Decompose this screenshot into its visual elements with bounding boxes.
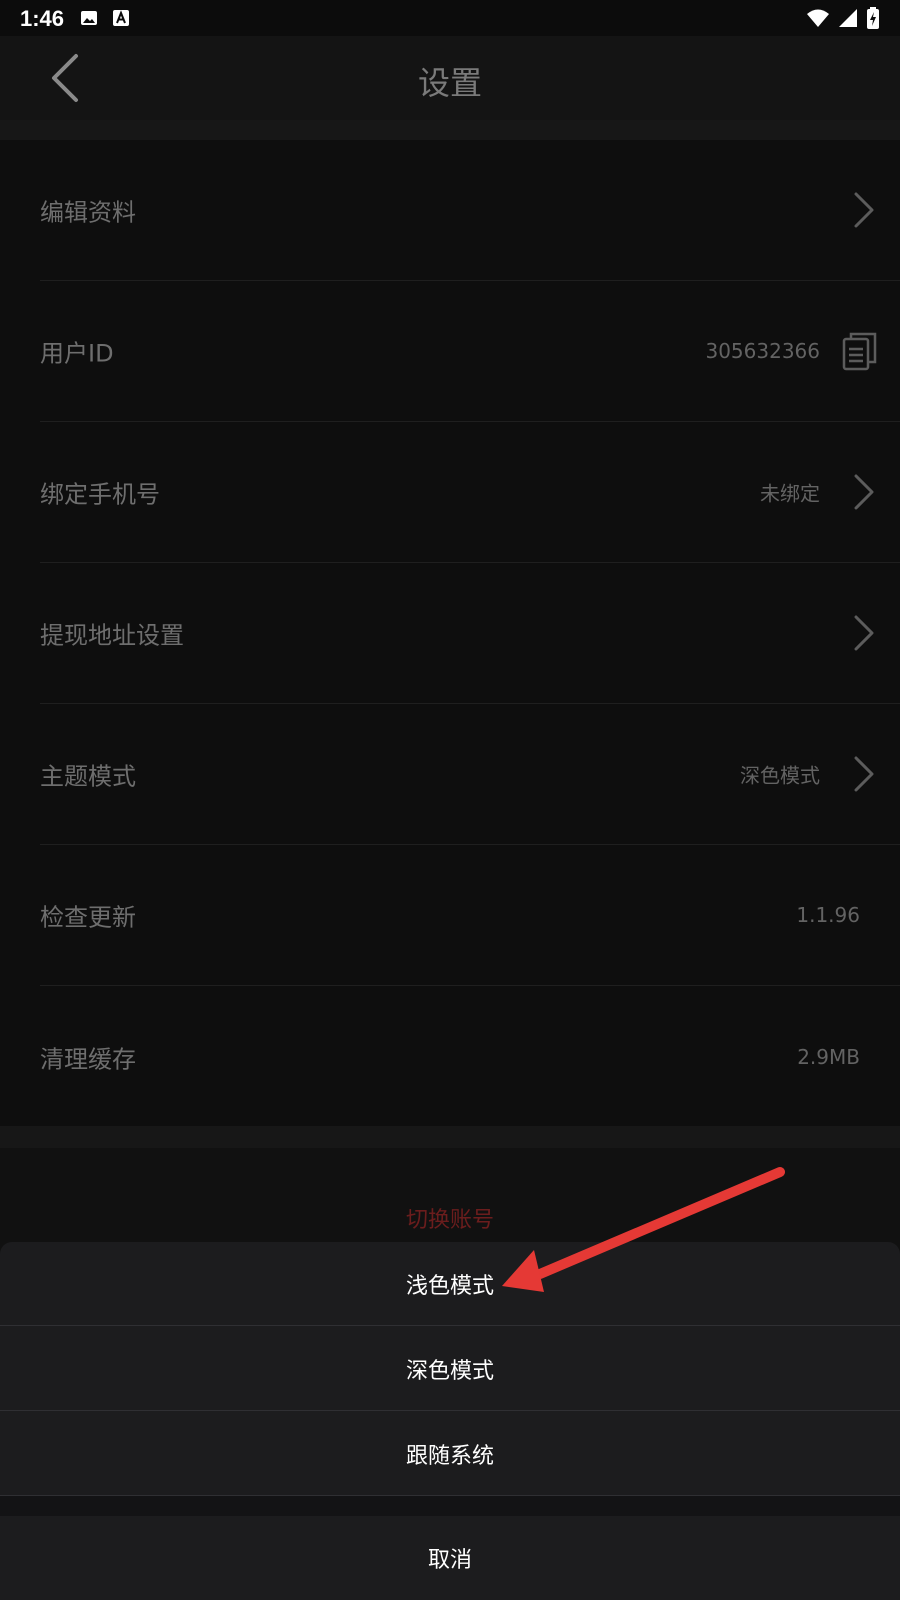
battery-charging-icon <box>867 7 879 29</box>
theme-option-follow-system[interactable]: 跟随系统 <box>0 1412 900 1496</box>
status-right-icons <box>806 7 880 29</box>
settings-item-label: 提现地址设置 <box>40 621 184 650</box>
bind-phone-status: 未绑定 <box>760 481 820 506</box>
settings-item-label: 编辑资料 <box>40 198 136 227</box>
text-a-icon <box>113 10 129 26</box>
cancel-button[interactable]: 取消 <box>0 1516 900 1600</box>
chevron-right-icon <box>854 192 874 228</box>
user-id-value: 305632366 <box>705 339 820 363</box>
settings-item-bind-phone[interactable]: 绑定手机号 未绑定 <box>0 422 900 563</box>
divider <box>0 120 900 140</box>
settings-item-clear-cache[interactable]: 清理缓存 2.9MB <box>0 986 900 1127</box>
settings-item-user-id: 用户ID 305632366 <box>0 281 900 422</box>
wifi-icon <box>807 9 829 27</box>
chevron-right-icon <box>854 474 874 510</box>
settings-item-label: 用户ID <box>40 339 114 368</box>
settings-item-withdraw-address[interactable]: 提现地址设置 <box>0 563 900 704</box>
copy-icon[interactable] <box>842 331 878 371</box>
status-left-icons <box>80 9 130 27</box>
chevron-right-icon <box>854 615 874 651</box>
page-title: 设置 <box>417 64 482 102</box>
cache-size-value: 2.9MB <box>797 1044 860 1069</box>
settings-item-edit-profile[interactable]: 编辑资料 <box>0 140 900 281</box>
theme-option-dark[interactable]: 深色模式 <box>0 1327 900 1411</box>
settings-item-label: 清理缓存 <box>40 1045 136 1073</box>
settings-item-label: 主题模式 <box>40 762 136 791</box>
settings-item-check-update[interactable]: 检查更新 1.1.96 <box>0 845 900 986</box>
theme-option-light[interactable]: 浅色模式 <box>0 1242 900 1326</box>
sheet-divider <box>0 1496 900 1516</box>
settings-list: 编辑资料 用户ID 305632366 绑定手机号 未绑定 提现地址设置 主题模… <box>0 140 900 1126</box>
theme-mode-sheet: 浅色模式 深色模式 跟随系统 取消 <box>0 1242 900 1600</box>
version-value: 1.1.96 <box>796 903 860 927</box>
status-bar: 1:46 <box>0 0 900 36</box>
switch-account-button[interactable]: 切换账号 <box>0 1202 900 1234</box>
settings-item-label: 检查更新 <box>40 903 136 932</box>
settings-item-theme-mode[interactable]: 主题模式 深色模式 <box>0 704 900 845</box>
signal-icon <box>839 9 857 27</box>
theme-mode-value: 深色模式 <box>740 763 820 788</box>
chevron-right-icon <box>854 756 874 792</box>
settings-item-label: 绑定手机号 <box>40 480 160 509</box>
divider <box>0 1126 900 1148</box>
image-icon <box>81 11 97 25</box>
app-bar: 设置 <box>0 36 900 120</box>
status-time: 1:46 <box>20 6 65 31</box>
